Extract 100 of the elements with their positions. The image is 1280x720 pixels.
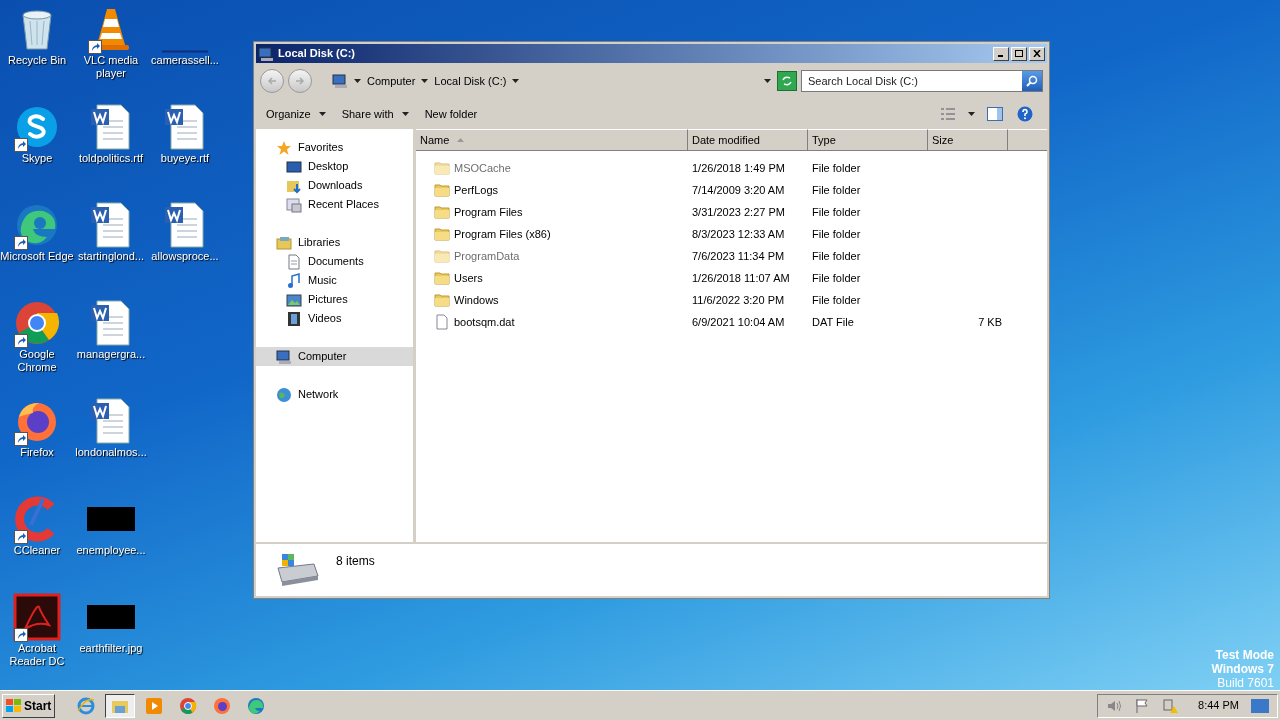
forward-button[interactable] bbox=[288, 69, 312, 93]
type-cell-text: File folder bbox=[811, 160, 862, 176]
file-name: PerfLogs bbox=[454, 182, 499, 198]
desktop-icon[interactable]: Google Chrome bbox=[0, 298, 74, 396]
desktop-icon[interactable]: Skype bbox=[0, 102, 74, 200]
computer-icon bbox=[332, 73, 348, 89]
navigation-item[interactable]: Recent Places bbox=[256, 195, 413, 214]
column-header[interactable]: Name bbox=[416, 129, 688, 151]
navigation-label: Downloads bbox=[308, 178, 363, 194]
desktop-icon[interactable]: VLC media player bbox=[74, 4, 148, 102]
flag-icon[interactable] bbox=[1134, 697, 1151, 714]
folder-icon bbox=[434, 226, 450, 242]
file-row[interactable]: MSOCache 1/26/2018 1:49 PM File folder bbox=[416, 157, 1047, 179]
navigation-item[interactable]: Computer bbox=[256, 347, 413, 366]
file-icon bbox=[434, 314, 450, 330]
internet-explorer-icon bbox=[77, 696, 96, 715]
navigation-label: Pictures bbox=[308, 292, 348, 308]
navigation-item[interactable]: Music bbox=[256, 271, 413, 290]
desktop-icon[interactable]: camerassell... bbox=[148, 4, 222, 102]
folder-icon bbox=[434, 248, 450, 264]
date-cell-text: 1/26/2018 1:49 PM bbox=[691, 160, 786, 176]
date-cell-text: 8/3/2023 12:33 AM bbox=[691, 226, 786, 242]
file-row[interactable]: Program Files (x86) 8/3/2023 12:33 AM File folder bbox=[416, 223, 1047, 245]
navigation-item[interactable]: Videos bbox=[256, 309, 413, 328]
desktop-icon[interactable]: startinglond... bbox=[74, 200, 148, 298]
column-header[interactable]: Size bbox=[928, 129, 1008, 151]
folder-icon bbox=[434, 182, 450, 198]
desktop-icon[interactable]: allowsproce... bbox=[148, 200, 222, 298]
navigation-item[interactable]: Libraries bbox=[256, 233, 413, 252]
type-cell-text: File folder bbox=[811, 204, 862, 220]
navigation-item[interactable]: Documents bbox=[256, 252, 413, 271]
breadcrumb-item[interactable]: Computer bbox=[367, 72, 416, 90]
desktop-icon[interactable]: buyeye.rtf bbox=[148, 102, 222, 200]
desktop-icon[interactable]: earthfilter.jpg bbox=[74, 592, 148, 690]
desktop-icon[interactable]: Recycle Bin bbox=[0, 4, 74, 102]
column-label: Type bbox=[812, 132, 836, 148]
show-desktop-icon[interactable] bbox=[1251, 698, 1269, 713]
navigation-item[interactable]: Favorites bbox=[256, 138, 413, 157]
type-cell-text: DAT File bbox=[811, 314, 855, 330]
desktop-icon[interactable]: toldpolitics.rtf bbox=[74, 102, 148, 200]
desktop-icon[interactable]: Microsoft Edge bbox=[0, 200, 74, 298]
desktop-icon[interactable]: Acrobat Reader DC bbox=[0, 592, 74, 690]
navigation-label: Network bbox=[298, 387, 339, 403]
folder-icon bbox=[434, 160, 450, 176]
window-title: Local Disk (C:) bbox=[278, 46, 356, 62]
preview-pane-icon[interactable] bbox=[987, 107, 1003, 121]
taskbar-app-button[interactable] bbox=[105, 693, 136, 718]
desktop-icon[interactable]: Firefox bbox=[0, 396, 74, 494]
maximize-button[interactable] bbox=[1011, 46, 1027, 61]
close-button[interactable] bbox=[1029, 46, 1045, 61]
minimize-button[interactable] bbox=[993, 46, 1009, 61]
navigation-item[interactable]: Pictures bbox=[256, 290, 413, 309]
desktop-icon[interactable]: londonalmos... bbox=[74, 396, 148, 494]
network-warning-icon[interactable] bbox=[1162, 697, 1179, 714]
column-header[interactable]: Date modified bbox=[688, 129, 808, 151]
file-row[interactable]: Windows 11/6/2022 3:20 PM File folder bbox=[416, 289, 1047, 311]
view-list-icon[interactable] bbox=[940, 107, 956, 121]
desktop-icon-label: Microsoft Edge bbox=[0, 250, 74, 263]
desktop-icon[interactable]: CCleaner bbox=[0, 494, 74, 592]
toolbar-button[interactable]: Organize bbox=[260, 102, 332, 126]
file-row[interactable]: Users 1/26/2018 11:07 AM File folder bbox=[416, 267, 1047, 289]
back-button[interactable] bbox=[260, 69, 284, 93]
folder-icon bbox=[434, 204, 450, 220]
toolbar-button[interactable]: New folder bbox=[418, 102, 484, 126]
desktop-icon[interactable]: enemployee... bbox=[74, 494, 148, 592]
file-row[interactable]: Program Files 3/31/2023 2:27 PM File folder bbox=[416, 201, 1047, 223]
date-cell-text: 6/9/2021 10:04 AM bbox=[691, 314, 786, 330]
start-button[interactable]: Start bbox=[2, 693, 56, 718]
desktop-icon[interactable]: managergra... bbox=[74, 298, 148, 396]
computer-icon bbox=[258, 45, 274, 62]
search-input[interactable]: Search Local Disk (C:) bbox=[802, 72, 1022, 90]
item-count: 8 items bbox=[336, 553, 375, 570]
navigation-label: Favorites bbox=[298, 140, 344, 156]
windows-logo-icon bbox=[6, 698, 22, 713]
navigation-item[interactable]: Desktop bbox=[256, 157, 413, 176]
system-watermark-text: Windows 7 bbox=[1211, 662, 1274, 676]
media-player-icon bbox=[145, 696, 164, 715]
navigation-item[interactable]: Network bbox=[256, 385, 413, 404]
type-cell-text: File folder bbox=[811, 248, 862, 264]
refresh-button[interactable] bbox=[777, 71, 797, 91]
help-icon[interactable] bbox=[1017, 106, 1033, 122]
computer-icon bbox=[276, 348, 292, 365]
folder-icon bbox=[434, 292, 450, 308]
desktop-icon-label: camerassell... bbox=[150, 54, 220, 67]
desktop-icon-label: CCleaner bbox=[12, 544, 62, 557]
column-header[interactable]: Type bbox=[808, 129, 928, 151]
file-row[interactable]: PerfLogs 7/14/2009 3:20 AM File folder bbox=[416, 179, 1047, 201]
file-row[interactable]: ProgramData 7/6/2023 11:34 PM File folder bbox=[416, 245, 1047, 267]
breadcrumb-item[interactable]: Local Disk (C:) bbox=[434, 72, 507, 90]
search-field[interactable]: Search Local Disk (C:) bbox=[801, 70, 1043, 92]
address-bar[interactable]: Computer Local Disk (C:) bbox=[330, 70, 773, 92]
type-cell-text: File folder bbox=[811, 292, 862, 308]
file-row[interactable]: bootsqm.dat 6/9/2021 10:04 AM DAT File 7 KB bbox=[416, 311, 1047, 333]
navigation-label: Recent Places bbox=[308, 197, 379, 213]
view-caret-icon bbox=[968, 112, 975, 116]
navigation-label: Videos bbox=[308, 311, 342, 327]
navigation-item[interactable]: Downloads bbox=[256, 176, 413, 195]
navigation-label: Music bbox=[308, 273, 337, 289]
toolbar-button[interactable]: Share with bbox=[335, 102, 415, 126]
clock[interactable]: 8:44 PM bbox=[1198, 697, 1239, 714]
